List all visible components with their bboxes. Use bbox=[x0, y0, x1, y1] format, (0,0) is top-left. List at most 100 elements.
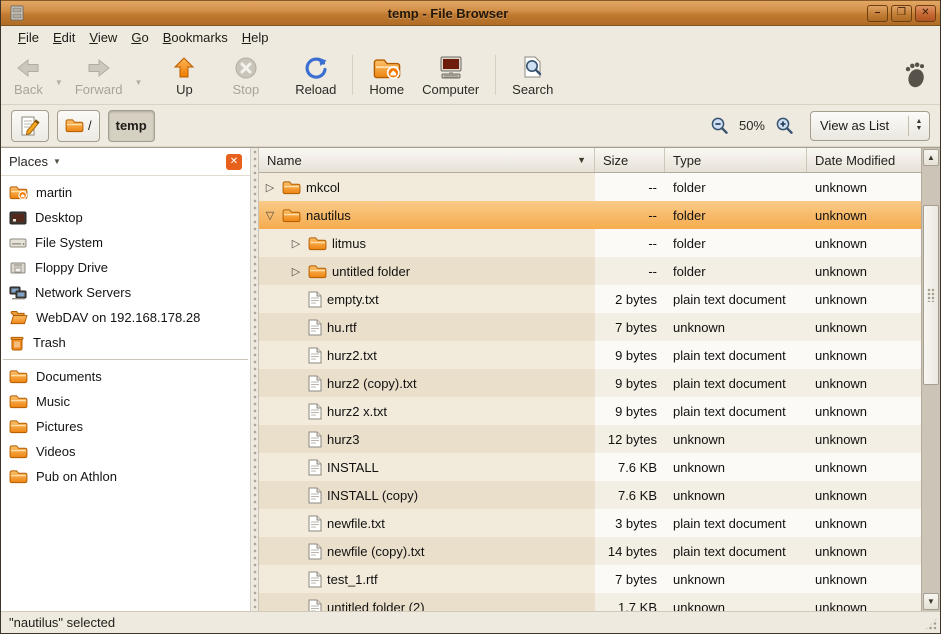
table-row-hurz2-x-txt[interactable]: hurz2 x.txt 9 bytes plain text document … bbox=[259, 397, 921, 425]
column-header-name[interactable]: Name ▼ bbox=[259, 148, 595, 172]
folder-icon bbox=[282, 180, 301, 195]
sidebar-item-martin[interactable]: martin bbox=[1, 180, 250, 205]
network-icon bbox=[9, 286, 27, 300]
table-row-empty-txt[interactable]: empty.txt 2 bytes plain text document un… bbox=[259, 285, 921, 313]
scroll-up-icon: ▲ bbox=[927, 153, 935, 162]
menu-view[interactable]: View bbox=[82, 28, 124, 47]
path-current-folder-button[interactable]: temp bbox=[108, 110, 155, 142]
computer-button[interactable]: Computer bbox=[413, 51, 488, 100]
menu-file[interactable]: File bbox=[11, 28, 46, 47]
zoom-out-button[interactable] bbox=[710, 116, 729, 135]
folder-icon bbox=[9, 419, 28, 434]
text-file-icon bbox=[308, 487, 322, 504]
column-header-size[interactable]: Size bbox=[595, 148, 665, 172]
scroll-up-button[interactable]: ▲ bbox=[923, 149, 939, 166]
forward-button[interactable]: Forward bbox=[66, 51, 132, 100]
minimize-button[interactable]: – bbox=[867, 5, 888, 22]
sidebar-item-documents[interactable]: Documents bbox=[1, 364, 250, 389]
text-file-icon bbox=[308, 347, 322, 364]
table-row-untitled-folder[interactable]: ▷ untitled folder -- folder unknown bbox=[259, 257, 921, 285]
spinner-arrows-icon: ▲▼ bbox=[909, 119, 929, 132]
table-row-test-1-rtf[interactable]: test_1.rtf 7 bytes unknown unknown bbox=[259, 565, 921, 593]
expander-collapsed-icon[interactable]: ▷ bbox=[289, 237, 303, 250]
expander-collapsed-icon[interactable]: ▷ bbox=[289, 265, 303, 278]
table-row-newfile-txt[interactable]: newfile.txt 3 bytes plain text document … bbox=[259, 509, 921, 537]
zoom-in-icon bbox=[775, 116, 794, 135]
zoom-in-button[interactable] bbox=[775, 116, 794, 135]
table-row-install[interactable]: INSTALL 7.6 KB unknown unknown bbox=[259, 453, 921, 481]
sidebar-item-music[interactable]: Music bbox=[1, 389, 250, 414]
view-mode-select[interactable]: View as List ▲▼ bbox=[810, 111, 930, 141]
maximize-icon: ❐ bbox=[897, 8, 906, 18]
up-button[interactable]: Up bbox=[163, 51, 205, 100]
table-row-mkcol[interactable]: ▷ mkcol -- folder unknown bbox=[259, 173, 921, 201]
sidebar-item-videos[interactable]: Videos bbox=[1, 439, 250, 464]
sidebar-item-pub-on-athlon[interactable]: Pub on Athlon bbox=[1, 464, 250, 489]
sidebar-item-network-servers[interactable]: Network Servers bbox=[1, 280, 250, 305]
vertical-scrollbar[interactable]: ▲ ▼ bbox=[921, 148, 940, 611]
folder-icon bbox=[9, 444, 28, 459]
toolbar-separator bbox=[352, 55, 353, 95]
reload-button[interactable]: Reload bbox=[286, 51, 345, 100]
table-row-newfile-copy-txt[interactable]: newfile (copy).txt 14 bytes plain text d… bbox=[259, 537, 921, 565]
column-header-type[interactable]: Type bbox=[665, 148, 807, 172]
pane-resize-handle[interactable] bbox=[251, 148, 259, 611]
table-row-litmus[interactable]: ▷ litmus -- folder unknown bbox=[259, 229, 921, 257]
stop-button[interactable]: Stop bbox=[223, 51, 268, 100]
search-button[interactable]: Search bbox=[503, 51, 562, 100]
title-bar[interactable]: temp - File Browser – ❐ ✕ bbox=[1, 0, 940, 26]
resize-grip[interactable] bbox=[924, 617, 938, 631]
sidebar-item-pictures[interactable]: Pictures bbox=[1, 414, 250, 439]
menu-go[interactable]: Go bbox=[124, 28, 155, 47]
close-button[interactable]: ✕ bbox=[915, 5, 936, 22]
maximize-button[interactable]: ❐ bbox=[891, 5, 912, 22]
toolbar-separator bbox=[495, 55, 496, 95]
content-area: Places ▼ ✕ martin Desktop File System bbox=[1, 147, 940, 611]
file-list-view: Name ▼ Size Type Date Modified ▷ mkcol -… bbox=[259, 148, 921, 611]
list-header: Name ▼ Size Type Date Modified bbox=[259, 148, 921, 173]
menu-help[interactable]: Help bbox=[235, 28, 276, 47]
folder-icon bbox=[308, 236, 327, 251]
text-file-icon bbox=[308, 403, 322, 420]
scrollbar-thumb[interactable] bbox=[923, 205, 939, 385]
edit-location-button[interactable] bbox=[11, 110, 49, 142]
text-file-icon bbox=[308, 431, 322, 448]
menu-bar: File Edit View Go Bookmarks Help bbox=[1, 26, 940, 48]
home-folder-icon bbox=[9, 185, 28, 200]
sidebar-item-desktop[interactable]: Desktop bbox=[1, 205, 250, 230]
up-arrow-icon bbox=[172, 54, 196, 80]
table-row-hurz2-copy-txt[interactable]: hurz2 (copy).txt 9 bytes plain text docu… bbox=[259, 369, 921, 397]
table-row-hurz3[interactable]: hurz3 12 bytes unknown unknown bbox=[259, 425, 921, 453]
forward-arrow-icon bbox=[86, 54, 112, 80]
sidebar-mode-select[interactable]: Places bbox=[9, 154, 48, 169]
menu-bookmarks[interactable]: Bookmarks bbox=[156, 28, 235, 47]
expander-collapsed-icon[interactable]: ▷ bbox=[263, 181, 277, 194]
sidebar-item-floppy-drive[interactable]: Floppy Drive bbox=[1, 255, 250, 280]
window-title: temp - File Browser bbox=[29, 6, 867, 21]
folder-icon bbox=[282, 208, 301, 223]
sidebar-item-file-system[interactable]: File System bbox=[1, 230, 250, 255]
sidebar-item-webdav[interactable]: WebDAV on 192.168.178.28 bbox=[1, 305, 250, 330]
home-button[interactable]: Home bbox=[360, 51, 413, 100]
sidebar-close-button[interactable]: ✕ bbox=[226, 154, 242, 170]
folder-icon bbox=[65, 118, 84, 133]
path-root-button[interactable]: / bbox=[57, 110, 100, 142]
expander-expanded-icon[interactable]: ▽ bbox=[263, 209, 277, 222]
text-file-icon bbox=[308, 375, 322, 392]
menu-edit[interactable]: Edit bbox=[46, 28, 82, 47]
scroll-down-button[interactable]: ▼ bbox=[923, 593, 939, 610]
table-row-install-copy[interactable]: INSTALL (copy) 7.6 KB unknown unknown bbox=[259, 481, 921, 509]
forward-history-dropdown[interactable]: ▼ bbox=[132, 78, 146, 87]
chevron-down-icon[interactable]: ▼ bbox=[53, 157, 226, 166]
folder-icon bbox=[9, 369, 28, 384]
table-row-untitled-folder-2[interactable]: untitled folder (2) 1.7 KB unknown unkno… bbox=[259, 593, 921, 611]
back-history-dropdown[interactable]: ▼ bbox=[52, 78, 66, 87]
status-text: "nautilus" selected bbox=[9, 615, 115, 630]
sidebar-item-trash[interactable]: Trash bbox=[1, 330, 250, 355]
table-row-hurz2-txt[interactable]: hurz2.txt 9 bytes plain text document un… bbox=[259, 341, 921, 369]
back-button[interactable]: Back bbox=[5, 51, 52, 100]
file-rows: ▷ mkcol -- folder unknown ▽ nautilus -- bbox=[259, 173, 921, 611]
column-header-date-modified[interactable]: Date Modified bbox=[807, 148, 921, 172]
table-row-hu-rtf[interactable]: hu.rtf 7 bytes unknown unknown bbox=[259, 313, 921, 341]
table-row-nautilus-selected[interactable]: ▽ nautilus -- folder unknown bbox=[259, 201, 921, 229]
